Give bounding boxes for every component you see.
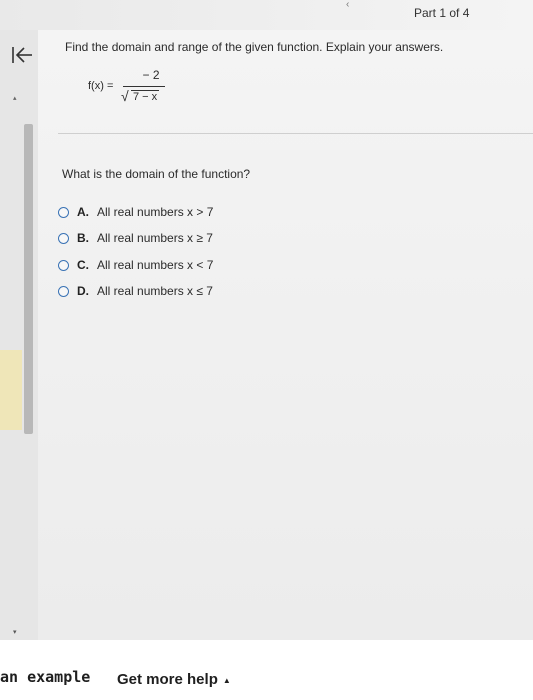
chevron-left-icon[interactable]: ‹ (346, 0, 356, 10)
scroll-down-arrow-icon[interactable]: ▾ (13, 628, 17, 636)
top-bar: ‹ Part 1 of 4 (0, 0, 533, 31)
bottom-toolbar: an example Get more help ▲ (0, 640, 533, 700)
option-a[interactable]: A. All real numbers x > 7 (58, 204, 213, 220)
fraction-radicand: 7 − x (131, 90, 160, 103)
radio-b[interactable] (58, 232, 69, 244)
view-example-button[interactable]: an example (0, 668, 90, 686)
part-indicator: Part 1 of 4 (414, 6, 470, 20)
function-lhs: f(x) = (88, 80, 114, 92)
option-text: All real numbers x < 7 (97, 258, 214, 272)
fraction-bar (123, 86, 165, 87)
rail-highlight (0, 350, 22, 430)
radio-c[interactable] (58, 259, 69, 271)
function-formula: f(x) = − 2 √ 7 − x (88, 68, 208, 110)
radio-a[interactable] (58, 206, 69, 218)
option-letter: C. (77, 258, 89, 272)
caret-up-icon: ▲ (222, 675, 231, 685)
rail-scrollbar[interactable] (24, 124, 33, 434)
option-text: All real numbers x ≥ 7 (97, 231, 213, 245)
option-text: All real numbers x > 7 (97, 205, 214, 219)
problem-prompt: Find the domain and range of the given f… (65, 40, 444, 54)
option-letter: B. (77, 231, 89, 245)
fraction-numerator: − 2 (142, 68, 160, 82)
question-text: What is the domain of the function? (62, 167, 251, 181)
option-c[interactable]: C. All real numbers x < 7 (58, 257, 213, 273)
screen: ‹ Part 1 of 4 ▴ ▾ Find the domain and ra… (0, 0, 533, 700)
collapse-sidebar-icon[interactable] (10, 44, 40, 70)
radio-d[interactable] (58, 285, 69, 297)
option-letter: A. (77, 205, 89, 219)
option-b[interactable]: B. All real numbers x ≥ 7 (58, 230, 213, 246)
get-more-help-button[interactable]: Get more help ▲ (117, 671, 231, 688)
question-panel (38, 30, 533, 640)
option-text: All real numbers x ≤ 7 (97, 284, 213, 298)
option-letter: D. (77, 284, 89, 298)
sqrt-sign: √ (121, 88, 129, 104)
scroll-up-arrow-icon[interactable]: ▴ (13, 94, 17, 102)
left-rail: ▴ ▾ (0, 30, 39, 640)
section-divider (58, 133, 533, 134)
get-more-help-label: Get more help (117, 671, 218, 688)
option-d[interactable]: D. All real numbers x ≤ 7 (58, 283, 213, 299)
